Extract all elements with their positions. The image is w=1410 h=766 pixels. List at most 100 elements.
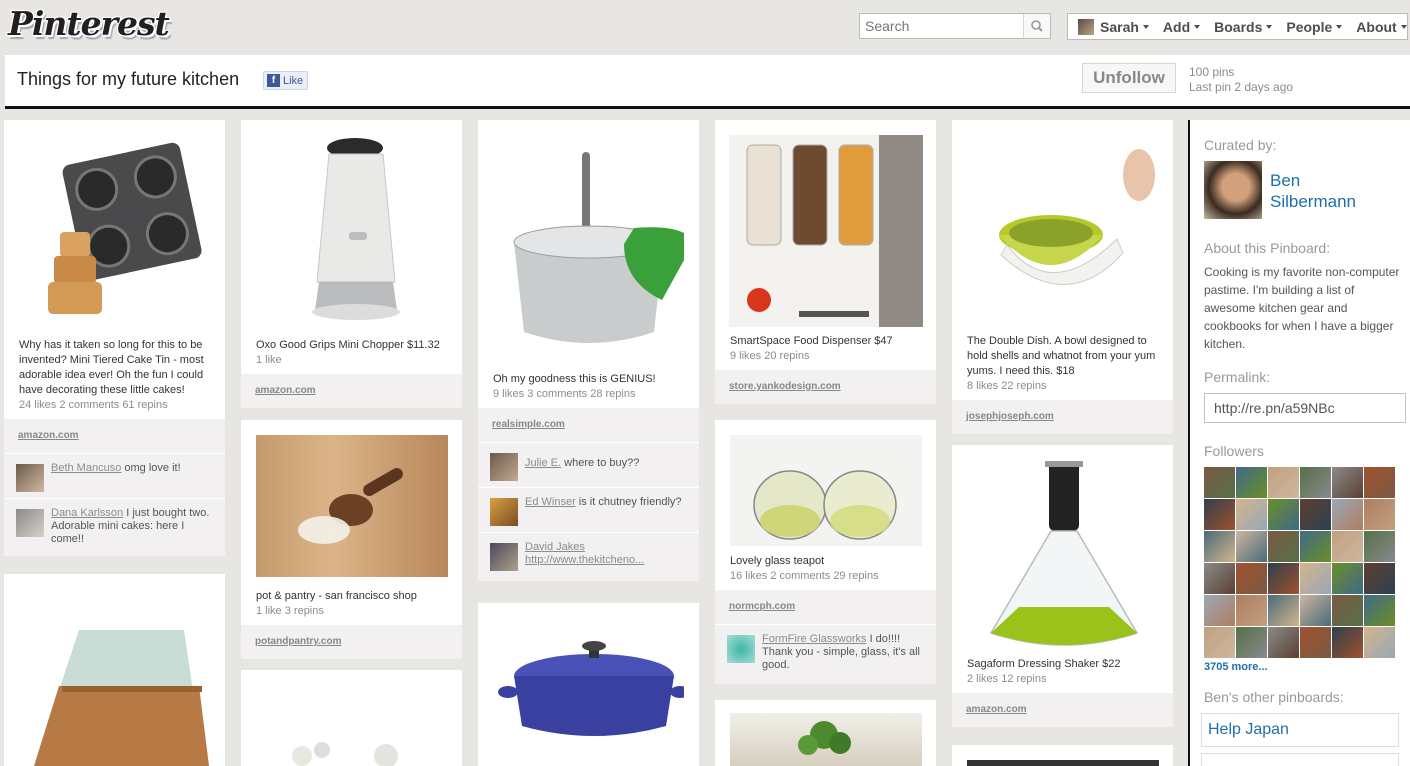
- follower-avatar[interactable]: [1364, 467, 1395, 498]
- pin-image-glass-teapot[interactable]: [729, 435, 922, 546]
- follower-avatar[interactable]: [1364, 531, 1395, 562]
- pin-source-link[interactable]: amazon.com: [952, 693, 1173, 727]
- pin-image-dressing-shaker[interactable]: [967, 457, 1159, 657]
- commenter-avatar[interactable]: [490, 498, 518, 526]
- commenter-name[interactable]: Dana Karlsson: [51, 507, 123, 519]
- pin-source-link[interactable]: potandpantry.com: [241, 625, 462, 659]
- pin-source-link[interactable]: amazon.com: [241, 374, 462, 408]
- permalink-field[interactable]: http://re.pn/a59NBc: [1204, 393, 1406, 423]
- pinterest-logo[interactable]: Pinterest: [8, 4, 170, 43]
- nav-add[interactable]: Add: [1162, 18, 1201, 35]
- follower-avatar[interactable]: [1204, 595, 1235, 626]
- pin-image-salt-scoop[interactable]: [255, 435, 448, 577]
- pin-image-pot-strainer[interactable]: [494, 132, 684, 368]
- search-input[interactable]: [860, 14, 1020, 38]
- follower-avatar[interactable]: [1204, 563, 1235, 594]
- commenter-name[interactable]: David Jakes: [525, 541, 585, 553]
- pin-source-link[interactable]: normcph.com: [715, 590, 936, 624]
- follower-avatar[interactable]: [1300, 627, 1331, 658]
- facebook-icon: f: [267, 74, 280, 87]
- follower-avatar[interactable]: [1236, 499, 1267, 530]
- search-box: [859, 13, 1051, 39]
- pin-source-link[interactable]: amazon.com: [4, 419, 225, 453]
- follower-avatar[interactable]: [1332, 563, 1363, 594]
- pin-image-double-dish[interactable]: [967, 135, 1159, 328]
- pin-image-cutting-board[interactable]: [4, 574, 225, 766]
- nav-people[interactable]: People: [1286, 19, 1343, 35]
- facebook-like-button[interactable]: f Like: [263, 71, 308, 90]
- chevron-down-icon: [1194, 24, 1201, 29]
- commenter-avatar[interactable]: [727, 635, 755, 663]
- follower-avatar[interactable]: [1236, 627, 1267, 658]
- commenter-avatar[interactable]: [16, 509, 44, 537]
- commenter-avatar[interactable]: [490, 543, 518, 571]
- comment-link[interactable]: http://www.thekitcheno...: [525, 554, 644, 566]
- last-pin-time: Last pin 2 days ago: [1189, 80, 1294, 94]
- pin-card: [478, 603, 699, 766]
- nav-user-menu[interactable]: Sarah: [1078, 18, 1149, 35]
- pin-image-dutch-oven[interactable]: [494, 616, 684, 766]
- pinboard-link-help-japan[interactable]: Help Japan: [1201, 713, 1399, 747]
- follower-avatar[interactable]: [1204, 627, 1235, 658]
- nav-about[interactable]: About: [1356, 19, 1407, 35]
- follower-avatar[interactable]: [1236, 595, 1267, 626]
- follower-avatar[interactable]: [1332, 467, 1363, 498]
- commenter-name[interactable]: FormFire Glassworks: [762, 633, 867, 645]
- follower-avatar[interactable]: [1204, 499, 1235, 530]
- pin-source-link[interactable]: realsimple.com: [478, 408, 699, 442]
- follower-avatar[interactable]: [1364, 563, 1395, 594]
- follower-avatar[interactable]: [1332, 531, 1363, 562]
- pin-image-herbs[interactable]: [729, 713, 922, 766]
- commenter-avatar[interactable]: [16, 464, 44, 492]
- follower-avatar[interactable]: [1268, 531, 1299, 562]
- follower-avatar[interactable]: [1204, 467, 1235, 498]
- follower-avatar[interactable]: [1332, 595, 1363, 626]
- comment: Dana Karlsson I just bought two. Adorabl…: [4, 498, 225, 556]
- pin-image-food-dispenser[interactable]: [728, 135, 923, 327]
- follower-avatar[interactable]: [1332, 627, 1363, 658]
- follower-avatar[interactable]: [1300, 595, 1331, 626]
- follower-avatar[interactable]: [1364, 499, 1395, 530]
- pin-stats: 9 likes 20 repins: [730, 350, 810, 362]
- search-icon: [1031, 20, 1043, 32]
- follower-avatar[interactable]: [1300, 499, 1331, 530]
- pin-image-mini-chopper[interactable]: [257, 132, 447, 332]
- pin-image-cake-tin[interactable]: [20, 132, 210, 332]
- other-pinboards-label: Ben's other pinboards:: [1204, 689, 1344, 705]
- follower-avatar[interactable]: [1332, 499, 1363, 530]
- follower-avatar[interactable]: [1236, 563, 1267, 594]
- pin-source-link[interactable]: store.yankodesign.com: [715, 370, 936, 404]
- more-followers-link[interactable]: 3705 more...: [1204, 661, 1268, 673]
- nav-boards[interactable]: Boards: [1214, 19, 1273, 35]
- commenter-name[interactable]: Ed Winser: [525, 496, 576, 508]
- curator-name-link[interactable]: Ben Silbermann: [1270, 170, 1380, 212]
- follower-avatar[interactable]: [1236, 531, 1267, 562]
- commenter-avatar[interactable]: [490, 453, 518, 481]
- commenter-name[interactable]: Julie E.: [525, 457, 561, 469]
- follower-avatar[interactable]: [1364, 627, 1395, 658]
- pin-image-partial[interactable]: [966, 760, 1159, 766]
- follower-avatar[interactable]: [1268, 499, 1299, 530]
- follower-avatar[interactable]: [1268, 627, 1299, 658]
- follower-avatar[interactable]: [1268, 595, 1299, 626]
- follower-avatar[interactable]: [1268, 467, 1299, 498]
- pinboard-link-partial[interactable]: [1201, 753, 1399, 766]
- follower-avatar[interactable]: [1300, 531, 1331, 562]
- pin-image-kitchen-tool[interactable]: [256, 684, 448, 766]
- curator-avatar[interactable]: [1204, 161, 1262, 219]
- comment: Ed Winser is it chutney friendly?: [478, 487, 699, 532]
- board-sidebar: Curated by: Ben Silbermann About this Pi…: [1188, 120, 1410, 766]
- follower-avatar[interactable]: [1300, 563, 1331, 594]
- search-button[interactable]: [1023, 14, 1050, 38]
- follower-avatar[interactable]: [1364, 595, 1395, 626]
- commenter-name[interactable]: Beth Mancuso: [51, 462, 121, 474]
- permalink-label: Permalink:: [1204, 369, 1271, 385]
- follower-avatar[interactable]: [1204, 531, 1235, 562]
- pin-source-link[interactable]: josephjoseph.com: [952, 400, 1173, 434]
- nav-add-label: Add: [1162, 18, 1191, 35]
- unfollow-button[interactable]: Unfollow: [1082, 63, 1176, 93]
- follower-avatar[interactable]: [1236, 467, 1267, 498]
- like-label: Like: [283, 74, 304, 87]
- follower-avatar[interactable]: [1268, 563, 1299, 594]
- follower-avatar[interactable]: [1300, 467, 1331, 498]
